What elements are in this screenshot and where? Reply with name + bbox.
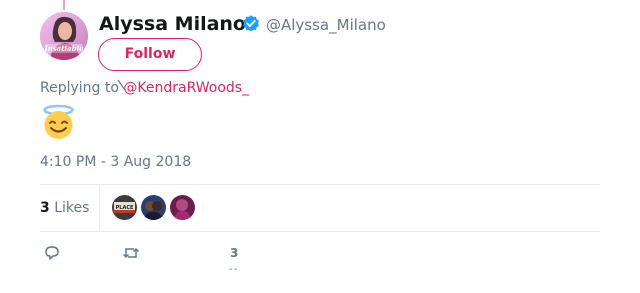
tweet-timestamp[interactable]: 4:10 PM - 3 Aug 2018 — [40, 153, 191, 171]
like-action-dash: -- — [229, 264, 239, 275]
stats-separator — [99, 185, 100, 231]
tweet-actions: 3 -- — [40, 243, 600, 275]
tweet-stats: 3 Likes PLACE — [40, 185, 600, 231]
replying-to-label: Replying to — [40, 80, 119, 96]
reply-indicator-icon — [117, 79, 126, 91]
reply-icon[interactable] — [42, 243, 62, 263]
user-handle[interactable]: @Alyssa_Milano — [266, 15, 386, 35]
tweet: Insatiable Alyssa Milano @Alyssa_Milano … — [0, 0, 640, 293]
likes-label: Likes — [54, 200, 90, 216]
retweet-icon[interactable] — [121, 243, 141, 263]
like-action-count[interactable]: 3 — [230, 246, 238, 260]
divider-bottom — [40, 231, 600, 232]
likes-stat[interactable]: 3 Likes — [40, 199, 89, 217]
svg-text:Insatiable: Insatiable — [43, 44, 84, 53]
user-display-name[interactable]: Alyssa Milano — [99, 12, 246, 36]
replying-to-handle-link[interactable]: @KendraRWoods_ — [123, 80, 249, 96]
liker-avatar-2[interactable] — [141, 195, 166, 220]
follow-button[interactable]: Follow — [98, 38, 202, 71]
liker-avatar-3[interactable] — [170, 195, 195, 220]
liker-avatar-1[interactable]: PLACE — [112, 195, 137, 220]
smiling-face-with-halo-icon — [43, 104, 74, 139]
avatar[interactable]: Insatiable — [40, 12, 88, 60]
verified-badge-icon — [243, 15, 259, 32]
replying-to: Replying to @KendraRWoods_ — [40, 79, 249, 97]
thread-line — [63, 0, 65, 10]
avatar-image: Insatiable — [40, 12, 88, 60]
likes-count: 3 — [40, 200, 50, 216]
liker-avatar-1-text: PLACE — [116, 205, 134, 211]
